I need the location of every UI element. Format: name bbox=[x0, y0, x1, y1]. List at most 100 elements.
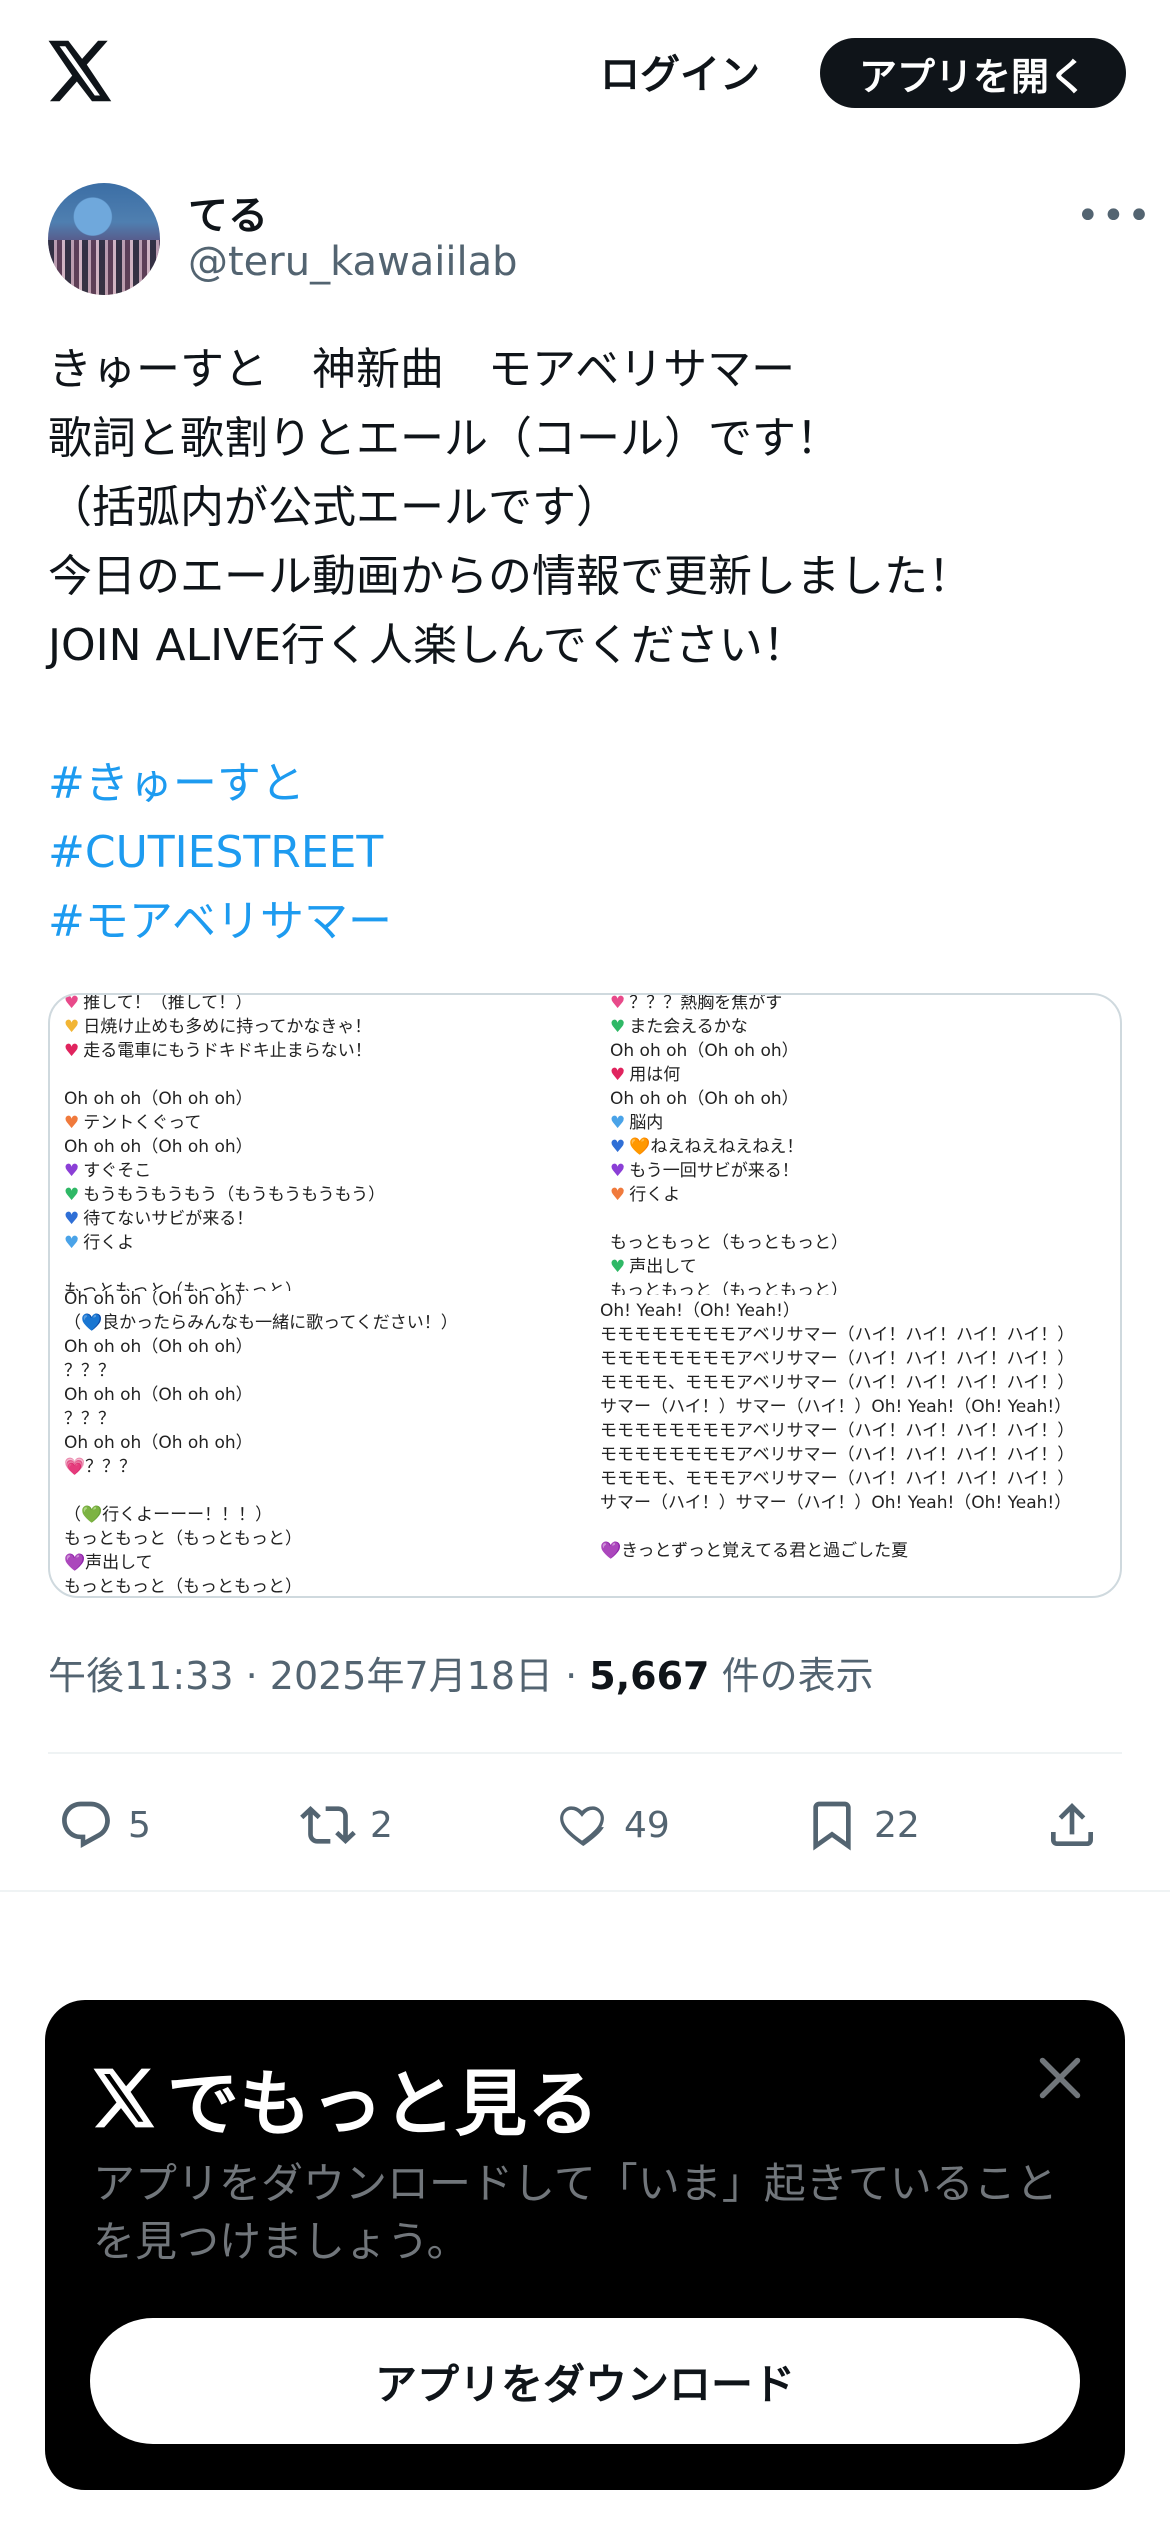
lyric-line: Oh oh oh（Oh oh oh） bbox=[64, 1337, 253, 1357]
lyric-line bbox=[610, 1207, 848, 1231]
login-button[interactable]: ログイン bbox=[600, 42, 760, 100]
lyric-line: ♥ もうもうもうもう（もうもうもうもう） bbox=[64, 1185, 386, 1205]
close-icon[interactable] bbox=[1030, 2048, 1090, 2108]
lyric-line: ♥ 待てないサビが来る！ bbox=[64, 1209, 254, 1229]
lyric-line: ♥ 推して！（推して！） bbox=[64, 995, 385, 1015]
heart-emoji-icon: ♥ bbox=[610, 1161, 626, 1181]
heart-emoji-icon: ♥ bbox=[610, 1065, 626, 1085]
tweet-line: きゅーすと 神新曲 モアベリサマー bbox=[48, 344, 796, 395]
lyric-line: Oh! Yeah!（Oh! Yeah!） bbox=[600, 1301, 800, 1321]
lyric-line: Oh oh oh（Oh oh oh） bbox=[610, 1041, 799, 1061]
top-bar: ログイン アプリを開く bbox=[0, 0, 1170, 145]
lyric-line: もっともっと（もっともっと） bbox=[64, 1529, 302, 1549]
lyric-line: モモモモモモモモアベリサマー（ハイ！ハイ！ハイ！ハイ！） bbox=[600, 1349, 1075, 1369]
open-app-button[interactable]: アプリを開く bbox=[820, 38, 1126, 108]
retweet-count: 2 bbox=[370, 1804, 393, 1846]
lyric-line: サマー（ハイ！）サマー（ハイ！）Oh! Yeah!（Oh! Yeah!） bbox=[600, 1493, 1072, 1513]
heart-emoji-icon: ♥ bbox=[610, 1257, 626, 1277]
bookmark-count: 22 bbox=[874, 1804, 920, 1846]
views-count: 5,667 bbox=[589, 1654, 710, 1698]
tweet-date[interactable]: 2025年7月18日 bbox=[270, 1654, 553, 1698]
x-logo-icon bbox=[93, 2068, 155, 2127]
tweet-text: きゅーすと 神新曲 モアベリサマー 歌詞と歌割りとエール（コール）です！ （括弧… bbox=[48, 335, 1128, 956]
lyric-line: もっともっと（もっともっと） bbox=[64, 1281, 302, 1291]
heart-emoji-icon: ♥ bbox=[610, 1017, 626, 1037]
lyric-line: もっともっと（もっともっと） bbox=[610, 1281, 848, 1295]
tweet-time[interactable]: 午後11:33 bbox=[48, 1654, 234, 1698]
x-logo-icon[interactable] bbox=[48, 40, 114, 102]
section-separator bbox=[0, 1890, 1170, 1892]
tweet-media-image[interactable]: ♥ 推して！（推して！） ♥ 日焼け止めも多めに持ってかなきゃ！ ♥ 走る電車にもうドキド… bbox=[48, 993, 1122, 1598]
lyric-line: ♥ 行くよ bbox=[610, 1185, 681, 1205]
bookmark-icon bbox=[813, 1801, 851, 1851]
promo-title-text: でもっと見る bbox=[167, 2062, 600, 2146]
bookmark-button[interactable]: 22 bbox=[804, 1790, 920, 1860]
heart-emoji-icon: ♥ bbox=[64, 1209, 80, 1229]
heart-emoji-icon: ♥ bbox=[610, 995, 626, 1013]
retweet-icon bbox=[300, 1806, 356, 1844]
lyric-line: 💗？？？ bbox=[64, 1457, 137, 1477]
tweet-line: 歌詞と歌割りとエール（コール）です！ bbox=[48, 413, 840, 464]
lyric-line: モモモモモモモモアベリサマー（ハイ！ハイ！ハイ！ハイ！） bbox=[600, 1445, 1075, 1465]
lyric-line: モモモモ、モモモアベリサマー（ハイ！ハイ！ハイ！ハイ！） bbox=[600, 1373, 1075, 1393]
display-name[interactable]: てる bbox=[188, 183, 268, 241]
reply-count: 5 bbox=[128, 1804, 151, 1846]
lyric-line: Oh oh oh（Oh oh oh） bbox=[64, 1291, 253, 1309]
download-app-button[interactable]: アプリをダウンロード bbox=[90, 2318, 1080, 2444]
heart-emoji-icon: ♥ bbox=[64, 1017, 80, 1037]
lyric-line bbox=[64, 1255, 385, 1279]
lyric-line: ♥ すぐそこ bbox=[64, 1161, 152, 1181]
lyric-line: ？？？ bbox=[64, 1409, 115, 1429]
lyric-line: モモモモモモモモアベリサマー（ハイ！ハイ！ハイ！ハイ！） bbox=[600, 1421, 1075, 1441]
like-count: 49 bbox=[624, 1804, 670, 1846]
tweet-meta: 午後11:33 · 2025年7月18日 · 5,667 件の表示 bbox=[48, 1654, 874, 1698]
more-icon[interactable]: ••• bbox=[1076, 193, 1153, 239]
reply-icon bbox=[62, 1801, 110, 1848]
share-button[interactable] bbox=[1044, 1790, 1100, 1860]
lyric-line: ？？？ bbox=[64, 1361, 115, 1381]
tweet-line: （括弧内が公式エールです） bbox=[48, 482, 620, 533]
tweet-line: 今日のエール動画からの情報で更新しました！ bbox=[48, 551, 972, 602]
divider bbox=[48, 1752, 1122, 1754]
lyric-line: 💜きっとずっと覚えてる君と過ごした夏 bbox=[600, 1541, 909, 1561]
app-promo-card: でもっと見る アプリをダウンロードして「いま」起きていることを見つけましょう。 … bbox=[45, 2000, 1125, 2490]
lyric-line: もっともっと（もっともっと） bbox=[64, 1577, 302, 1597]
heart-emoji-icon: ♥ bbox=[64, 1041, 80, 1061]
like-button[interactable]: 49 bbox=[554, 1790, 670, 1860]
lyric-line: もっともっと（もっともっと） bbox=[610, 1233, 848, 1253]
lyric-line bbox=[64, 1479, 458, 1503]
heart-emoji-icon: ♥ bbox=[64, 995, 80, 1013]
avatar[interactable] bbox=[48, 183, 160, 295]
promo-title: でもっと見る bbox=[93, 2045, 599, 2150]
heart-emoji-icon: ♥ bbox=[610, 1137, 626, 1157]
user-handle[interactable]: @teru_kawaiilab bbox=[188, 239, 518, 285]
lyric-line: ♥ テントくぐって bbox=[64, 1113, 202, 1133]
hashtag-link[interactable]: #CUTIESTREET bbox=[48, 818, 1128, 887]
lyric-line: ♥ ？？？熱胸を焦がす bbox=[610, 995, 848, 1015]
lyric-line: ♥ 🧡ねえねえねえねえ！ bbox=[610, 1137, 804, 1157]
lyric-line: ♥ 脳内 bbox=[610, 1113, 664, 1133]
retweet-button[interactable]: 2 bbox=[300, 1790, 393, 1860]
lyric-line: Oh oh oh（Oh oh oh） bbox=[64, 1385, 253, 1405]
views-label: 件の表示 bbox=[721, 1654, 874, 1698]
lyric-line: 💜声出して bbox=[64, 1553, 153, 1573]
heart-emoji-icon: ♥ bbox=[64, 1233, 80, 1253]
lyric-line: Oh oh oh（Oh oh oh） bbox=[64, 1137, 253, 1157]
lyric-line: Oh oh oh（Oh oh oh） bbox=[64, 1433, 253, 1453]
lyrics-column: ♥ 推して！（推して！） ♥ 日焼け止めも多めに持ってかなきゃ！ ♥ 走る電車にもうドキド… bbox=[64, 995, 385, 1291]
lyric-line: Oh oh oh（Oh oh oh） bbox=[64, 1089, 253, 1109]
tweet-line: JOIN ALIVE行く人楽しんでください！ bbox=[48, 620, 807, 671]
lyric-line: （💚行くよーーー！！！） bbox=[64, 1505, 273, 1525]
tweet-author: てる @teru_kawaiilab ••• bbox=[48, 183, 1151, 298]
hashtag-link[interactable]: #モアベリサマー bbox=[48, 887, 1128, 956]
hashtag-link[interactable]: #きゅーすと bbox=[48, 749, 1128, 818]
lyric-line: サマー（ハイ！）サマー（ハイ！）Oh! Yeah!（Oh! Yeah!） bbox=[600, 1397, 1072, 1417]
action-bar: 5 2 49 22 bbox=[48, 1790, 1122, 1860]
heart-emoji-icon: ♥ bbox=[610, 1113, 626, 1133]
lyric-line: ♥ 日焼け止めも多めに持ってかなきゃ！ bbox=[64, 1017, 372, 1037]
lyric-line: （💙良かったらみんなも一緒に歌ってください！） bbox=[64, 1313, 458, 1333]
reply-button[interactable]: 5 bbox=[58, 1790, 151, 1860]
lyric-line: モモモモモモモモアベリサマー（ハイ！ハイ！ハイ！ハイ！） bbox=[600, 1325, 1075, 1345]
lyric-line: ♥ 行くよ bbox=[64, 1233, 135, 1253]
lyric-line: ♥ 声出して bbox=[610, 1257, 697, 1277]
